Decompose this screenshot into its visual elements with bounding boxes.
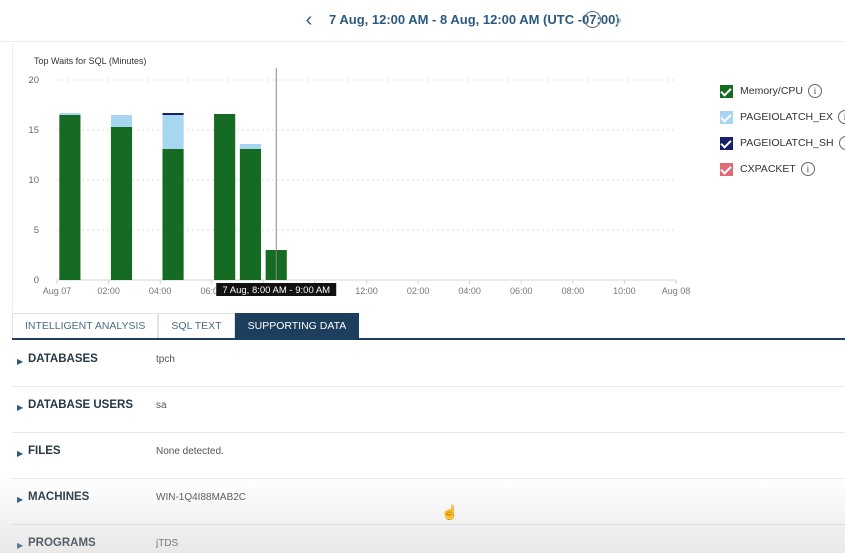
bar-segment — [214, 114, 236, 280]
chevron-left-icon[interactable]: ‹ — [300, 10, 318, 30]
legend-label: PAGEIOLATCH_SH — [740, 137, 834, 149]
hand-cursor-icon: ☝ — [441, 504, 459, 520]
bar-segment — [110, 115, 133, 127]
bar-segment — [162, 115, 184, 149]
expand-caret-icon[interactable]: ▶ — [17, 357, 23, 366]
expand-caret-icon[interactable]: ▶ — [17, 495, 23, 504]
expand-caret-icon[interactable]: ▶ — [17, 403, 23, 412]
legend-label: CXPACKET — [740, 163, 796, 175]
row-value: tpch — [156, 354, 175, 365]
row-value: jTDS — [156, 538, 179, 549]
row-label: DATABASES — [28, 353, 98, 365]
detail-tabs: INTELLIGENT ANALYSIS SQL TEXT SUPPORTING… — [12, 313, 845, 340]
legend-checkbox[interactable] — [720, 84, 733, 98]
time-range-header: ‹ 7 Aug, 12:00 AM - 8 Aug, 12:00 AM (UTC… — [0, 0, 845, 42]
chart-title: Top Waits for SQL (Minutes) — [34, 56, 146, 66]
bar-segment — [162, 149, 184, 280]
info-icon[interactable]: i — [800, 162, 815, 176]
chart-legend: Memory/CPU i PAGEIOLATCH_EX i PAGEIOLATC… — [720, 78, 845, 182]
legend-item-pageiolatch-sh[interactable]: PAGEIOLATCH_SH i — [720, 130, 845, 156]
tab-intelligent-analysis[interactable]: INTELLIGENT ANALYSIS — [12, 313, 159, 338]
row-value: None detected. — [156, 446, 224, 457]
tab-sql-text[interactable]: SQL TEXT — [158, 313, 235, 338]
supporting-data-list: ▶ DATABASES tpch ▶ DATABASE USERS sa ▶ F… — [12, 341, 845, 553]
row-value: WIN-1Q4I88MAB2C — [156, 492, 247, 503]
legend-checkbox[interactable] — [720, 110, 733, 124]
x-tick-label: 02:00 — [97, 286, 120, 296]
info-icon[interactable]: i — [838, 136, 845, 150]
x-tick-label: Aug 08 — [662, 286, 691, 296]
bar-segment — [59, 115, 81, 280]
time-range-title: 7 Aug, 12:00 AM - 8 Aug, 12:00 AM (UTC -… — [329, 12, 620, 27]
row-programs[interactable]: ▶ PROGRAMS jTDS — [12, 525, 845, 553]
y-tick-label: 10 — [28, 175, 39, 186]
x-tick-label: 04:00 — [149, 286, 172, 296]
x-tick-label: 06:00 — [510, 286, 533, 296]
chevron-right-icon[interactable]: › — [610, 10, 628, 30]
row-databases[interactable]: ▶ DATABASES tpch — [12, 341, 845, 387]
x-tick-label: 02:00 — [407, 286, 430, 296]
legend-item-cxpacket[interactable]: CXPACKET i — [720, 156, 842, 182]
bar-segment — [239, 144, 262, 149]
expand-caret-icon[interactable]: ▶ — [17, 541, 23, 550]
row-label: DATABASE USERS — [28, 399, 133, 411]
legend-label: Memory/CPU — [740, 85, 804, 97]
row-label: MACHINES — [28, 491, 90, 503]
x-tick-label: 12:00 — [355, 286, 378, 296]
y-tick-label: 5 — [34, 225, 39, 236]
bar-segment — [59, 113, 81, 115]
bar-segment — [162, 113, 184, 115]
x-tick-label: 04:00 — [458, 286, 481, 296]
row-machines[interactable]: ▶ MACHINES WIN-1Q4I88MAB2C — [12, 479, 845, 525]
row-label: PROGRAMS — [28, 537, 96, 549]
y-tick-label: 15 — [28, 125, 39, 136]
legend-item-memory-cpu[interactable]: Memory/CPU i — [720, 78, 842, 104]
y-tick-label: 20 — [28, 75, 39, 86]
tab-supporting-data[interactable]: SUPPORTING DATA — [234, 313, 360, 338]
legend-checkbox[interactable] — [720, 162, 733, 176]
row-label: FILES — [28, 445, 61, 457]
tooltip-text: 7 Aug, 8:00 AM - 9:00 AM — [222, 285, 330, 296]
row-database-users[interactable]: ▶ DATABASE USERS sa — [12, 387, 845, 433]
row-files[interactable]: ▶ FILES None detected. — [12, 433, 845, 479]
row-value: sa — [156, 400, 167, 411]
legend-checkbox[interactable] — [720, 136, 733, 150]
legend-label: PAGEIOLATCH_EX — [740, 111, 833, 123]
info-icon[interactable]: i — [837, 110, 845, 124]
x-tick-label: Aug 07 — [43, 286, 72, 296]
bar-segment — [110, 127, 133, 280]
bar-segment — [239, 149, 262, 280]
info-icon[interactable]: i — [808, 84, 823, 98]
legend-item-pageiolatch-ex[interactable]: PAGEIOLATCH_EX i — [720, 104, 845, 130]
expand-caret-icon[interactable]: ▶ — [17, 449, 23, 458]
x-tick-label: 10:00 — [613, 286, 636, 296]
refresh-icon[interactable] — [584, 11, 601, 28]
x-tick-label: 08:00 — [562, 286, 585, 296]
y-tick-label: 0 — [34, 275, 39, 286]
